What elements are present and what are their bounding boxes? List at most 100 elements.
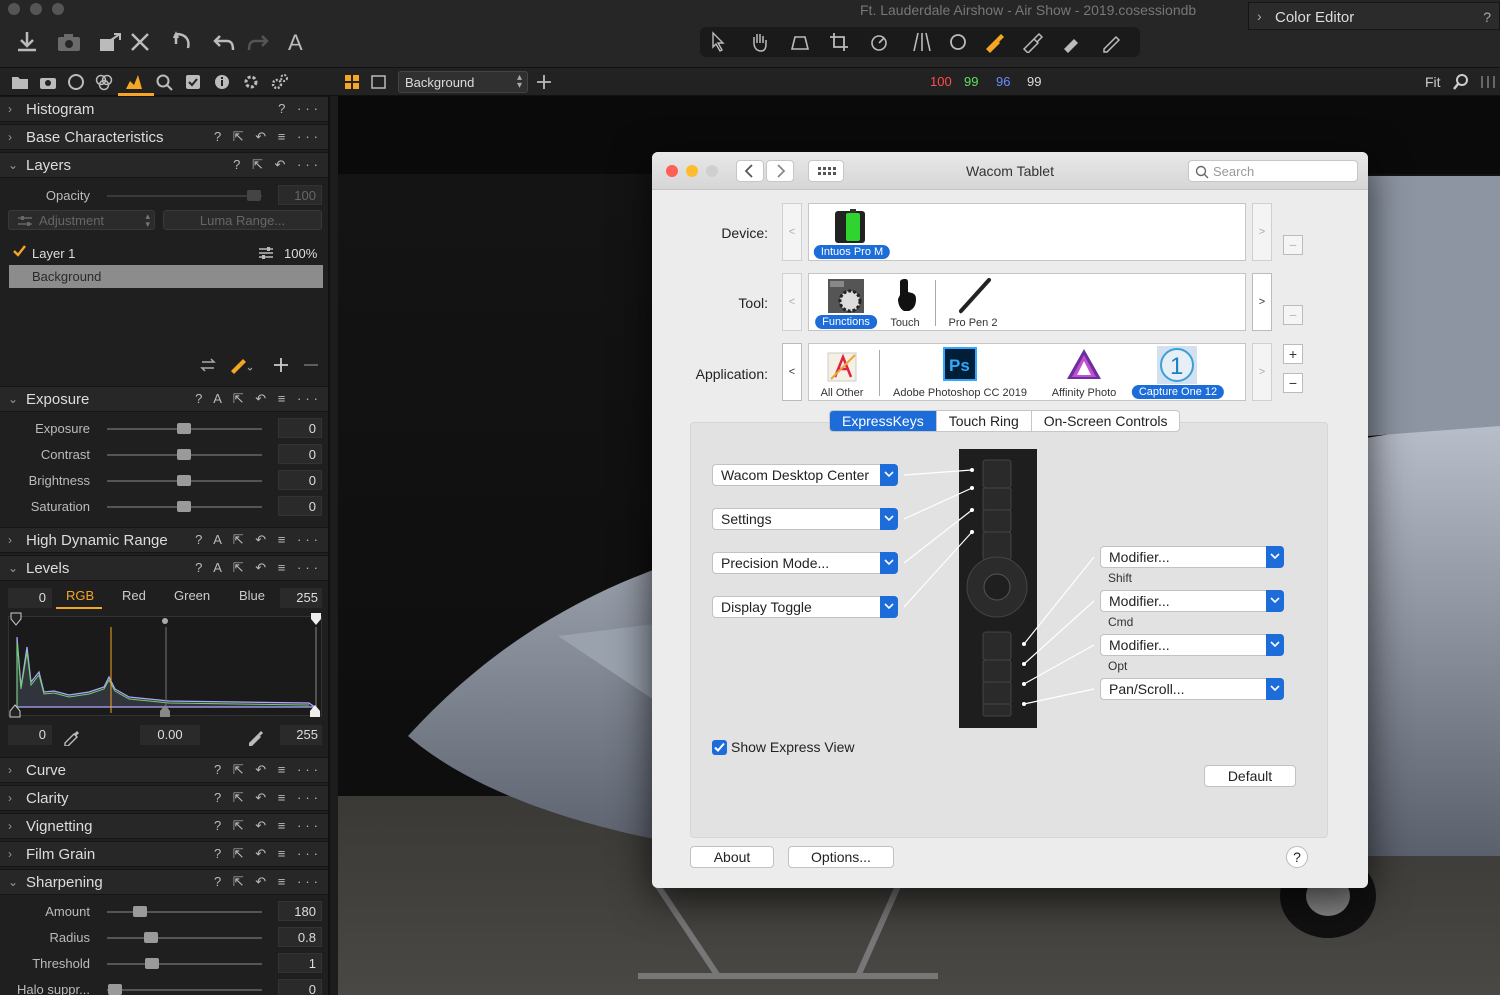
section-controls[interactable]: ? ⇱ ↶ ≡ ··· [214, 846, 322, 862]
expresskey-4-popup[interactable]: Display Toggle [712, 596, 898, 618]
redo-icon[interactable] [244, 30, 270, 54]
section-controls[interactable]: ? ⇱ ↶ ≡ ··· [214, 790, 322, 806]
slider-knob[interactable] [145, 958, 159, 969]
opacity-value[interactable]: 100 [278, 185, 322, 205]
device-remove-button[interactable]: − [1283, 235, 1303, 255]
slider-knob[interactable] [177, 423, 191, 434]
eyedropper-white-icon[interactable] [246, 726, 266, 746]
add-plus-icon[interactable] [534, 72, 554, 92]
search-input[interactable]: Search [1188, 160, 1358, 182]
grid-view-icon[interactable] [343, 72, 363, 92]
app-remove-button[interactable]: − [1283, 373, 1303, 393]
ring-key-2-popup[interactable]: Modifier... [1100, 590, 1284, 612]
slider-knob[interactable] [177, 449, 191, 460]
expresskey-2-popup[interactable]: Settings [712, 508, 898, 530]
levels-output-high[interactable]: 255 [280, 725, 322, 745]
reset-icon[interactable] [170, 30, 196, 54]
slider-value[interactable]: 1 [278, 953, 322, 973]
more-tools-icon[interactable] [1478, 74, 1498, 90]
slider-value[interactable]: 0 [278, 444, 322, 464]
checkmark-icon[interactable] [12, 244, 26, 258]
slider-value[interactable]: 0.8 [278, 927, 322, 947]
section-controls[interactable]: ? ⇱ ↶ ≡ ··· [214, 129, 322, 145]
remove-layer-icon[interactable] [304, 358, 318, 372]
levels-output-low[interactable]: 0 [8, 725, 52, 745]
export-icon[interactable] [98, 30, 124, 54]
opacity-knob[interactable] [247, 190, 261, 201]
slider-knob[interactable] [133, 906, 147, 917]
device-next-button[interactable]: > [1252, 203, 1272, 261]
device-prev-button[interactable]: < [782, 203, 802, 261]
tool-item-functions[interactable]: Functions [809, 274, 883, 332]
levels-top-right-handle[interactable] [310, 612, 322, 626]
tab-on-screen-controls[interactable]: On-Screen Controls [1032, 411, 1180, 431]
show-express-view-checkbox[interactable] [712, 740, 727, 755]
levels-input-high[interactable]: 255 [280, 588, 322, 608]
delete-icon[interactable] [128, 30, 154, 54]
about-button[interactable]: About [690, 846, 774, 868]
section-layers[interactable]: ⌄ Layers ? ⇱ ↶ ··· [0, 152, 328, 178]
luma-range-button[interactable]: Luma Range... [163, 210, 322, 230]
slider-value[interactable]: 0 [278, 496, 322, 516]
slider-knob[interactable] [177, 475, 191, 486]
section-controls[interactable]: ? A ⇱ ↶ ≡ ··· [195, 532, 322, 548]
swap-layers-icon[interactable] [200, 358, 216, 372]
pencil-icon[interactable] [1100, 31, 1128, 53]
brush-icon[interactable] [982, 31, 1010, 53]
add-layer-icon[interactable] [274, 358, 288, 372]
pan-hand-icon[interactable] [748, 31, 776, 53]
slider-knob[interactable] [108, 984, 122, 995]
levels-top-left-handle[interactable] [10, 612, 22, 626]
spot-circle-icon[interactable] [948, 31, 976, 53]
adjustment-dropdown[interactable]: Adjustment ▴ ▾ [8, 210, 155, 230]
section-clarity[interactable]: › Clarity ? ⇱ ↶ ≡ ··· [0, 785, 328, 811]
adjustments-check-icon[interactable] [183, 72, 203, 92]
section-high-dynamic-range[interactable]: › High Dynamic Range ? A ⇱ ↶ ≡ ··· [0, 527, 328, 553]
loupe-zoom-icon[interactable] [1452, 72, 1472, 92]
tab-rgb[interactable]: RGB [66, 588, 94, 603]
app-item-affinity[interactable]: Affinity Photo [1043, 344, 1125, 402]
levels-mid-top-dot[interactable] [160, 616, 170, 626]
section-base-characteristics[interactable]: › Base Characteristics ? ⇱ ↶ ≡ ··· [0, 124, 328, 150]
select-cursor-icon[interactable] [708, 31, 736, 53]
slider-knob[interactable] [144, 932, 158, 943]
help-icon[interactable]: ? [1483, 9, 1491, 25]
details-magnifier-icon[interactable] [154, 72, 174, 92]
crop-icon[interactable] [828, 31, 856, 53]
import-icon[interactable] [14, 30, 40, 54]
capture-camera-icon[interactable] [38, 72, 58, 92]
layer-row-background[interactable]: Background [9, 265, 323, 288]
lens-icon[interactable] [66, 72, 86, 92]
tab-red[interactable]: Red [122, 588, 146, 603]
levels-input-low[interactable]: 0 [8, 588, 52, 608]
section-histogram[interactable]: › Histogram ? ··· [0, 96, 328, 122]
tab-blue[interactable]: Blue [239, 588, 265, 603]
slider-value[interactable]: 0 [278, 418, 322, 438]
section-controls[interactable]: ? A ⇱ ↶ ≡ ··· [195, 391, 322, 407]
levels-white-handle[interactable] [309, 704, 321, 718]
section-levels[interactable]: ⌄ Levels ? A ⇱ ↶ ≡ ··· [0, 555, 328, 581]
camera-icon[interactable] [56, 30, 82, 54]
options-button[interactable]: Options... [788, 846, 894, 868]
slider-value[interactable]: 180 [278, 901, 322, 921]
layer-dropdown[interactable]: Background ▴ ▾ [398, 71, 528, 93]
tool-next-button[interactable]: > [1252, 273, 1272, 331]
levels-gamma-handle[interactable] [159, 704, 171, 718]
slider-knob[interactable] [177, 501, 191, 512]
tool-item-touch[interactable]: Touch [883, 274, 927, 332]
tool-prev-button[interactable]: < [782, 273, 802, 331]
ring-key-4-popup[interactable]: Pan/Scroll... [1100, 678, 1284, 700]
app-add-button[interactable]: + [1283, 344, 1303, 364]
help-button[interactable]: ? [1286, 846, 1308, 868]
section-controls[interactable]: ? A ⇱ ↶ ≡ ··· [195, 560, 322, 576]
color-editor-header[interactable]: › Color Editor ? [1248, 2, 1500, 30]
expresskey-3-popup[interactable]: Precision Mode... [712, 552, 898, 574]
app-item-photoshop[interactable]: Ps Adobe Photoshop CC 2019 [885, 344, 1035, 402]
output-gear-icon[interactable] [241, 72, 261, 92]
slider-track[interactable] [107, 937, 262, 939]
tool-item-pro-pen[interactable]: Pro Pen 2 [941, 274, 1005, 332]
zoom-level[interactable]: Fit [1425, 74, 1441, 90]
section-curve[interactable]: › Curve ? ⇱ ↶ ≡ ··· [0, 757, 328, 783]
layer-row-1[interactable]: Layer 1 100% [8, 242, 322, 264]
app-item-capture-one[interactable]: 1 Capture One 12 [1127, 344, 1229, 402]
